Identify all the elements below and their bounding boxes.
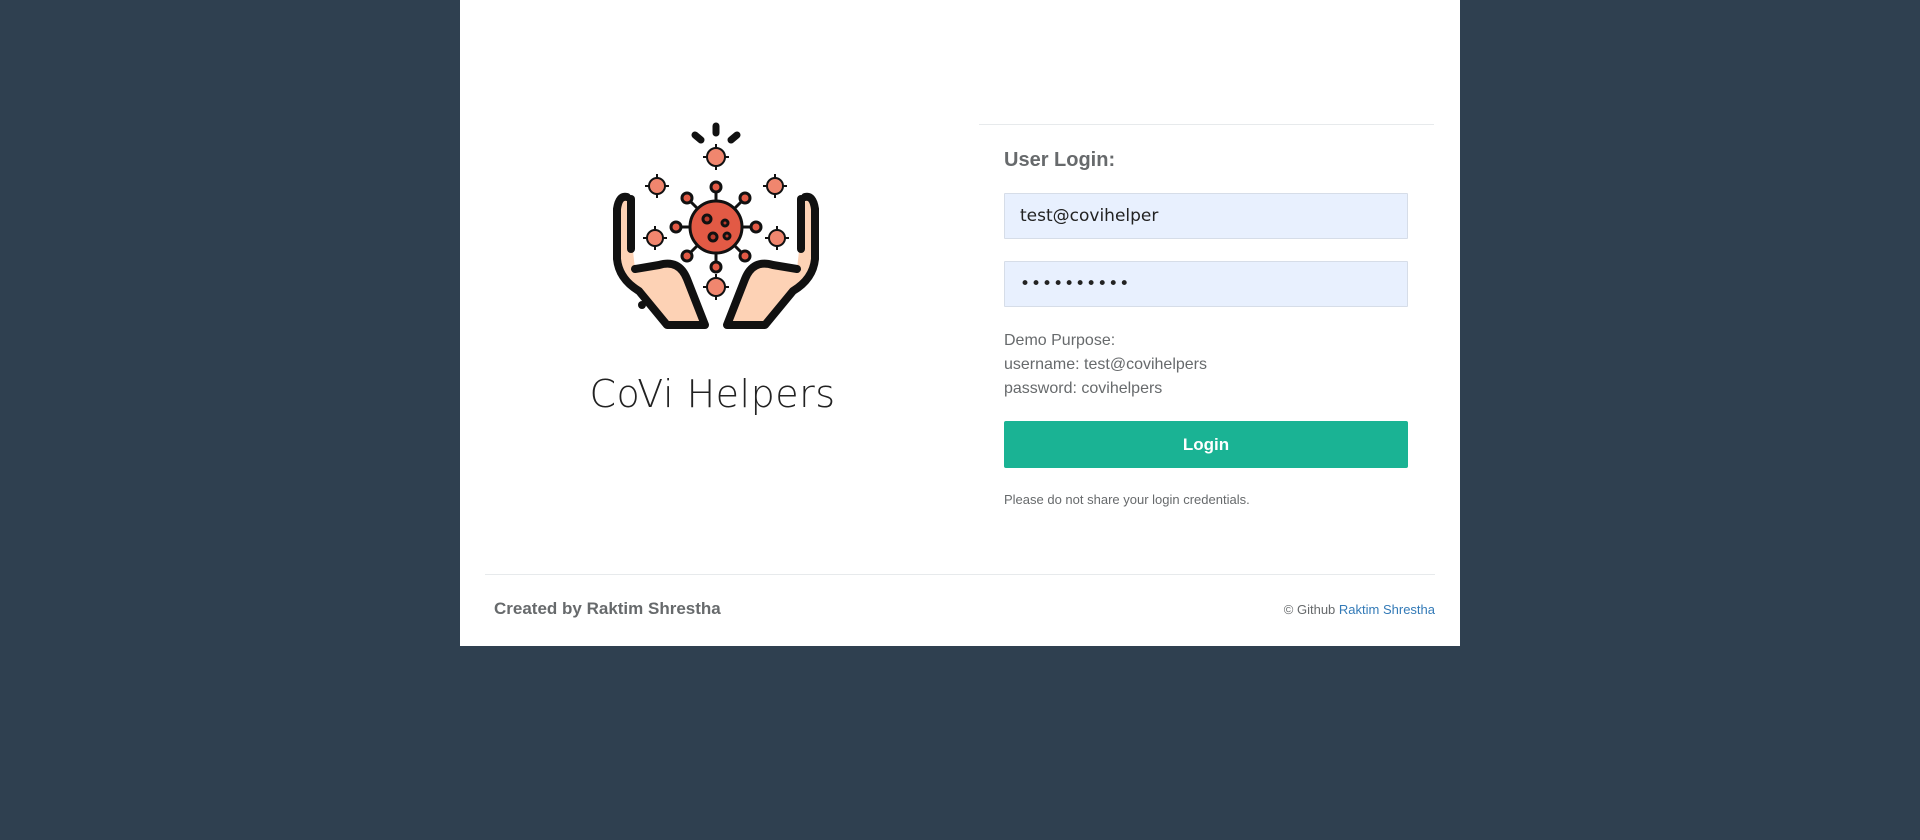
demo-line: password: covihelpers — [1004, 380, 1163, 397]
hands-virus-icon — [613, 122, 819, 329]
created-by: Created by Raktim Shrestha — [494, 599, 721, 618]
demo-line: Demo Purpose: — [1004, 332, 1116, 349]
copyright: © Github Raktim Shrestha — [1284, 602, 1435, 617]
login-title: User Login: — [1004, 149, 1116, 171]
demo-line: username: test@covihelpers — [1004, 356, 1207, 373]
login-panel: User Login: Demo Purpose: username: test… — [979, 124, 1434, 507]
email-field[interactable] — [1004, 193, 1408, 239]
login-button[interactable]: Login — [1004, 421, 1408, 468]
brand-name: CoVi Helpers — [589, 372, 836, 416]
brand-panel: CoVi Helpers — [460, 0, 965, 560]
github-link[interactable]: Raktim Shrestha — [1339, 602, 1435, 617]
security-note: Please do not share your login credentia… — [1004, 492, 1250, 507]
password-field[interactable] — [1004, 261, 1408, 307]
footer: Created by Raktim Shrestha © Github Rakt… — [485, 574, 1435, 647]
login-card: CoVi Helpers User Login: Demo Purpose: u… — [460, 0, 1460, 646]
demo-credentials: Demo Purpose: username: test@covihelpers… — [1004, 329, 1207, 401]
copyright-prefix: © Github — [1283, 602, 1336, 617]
